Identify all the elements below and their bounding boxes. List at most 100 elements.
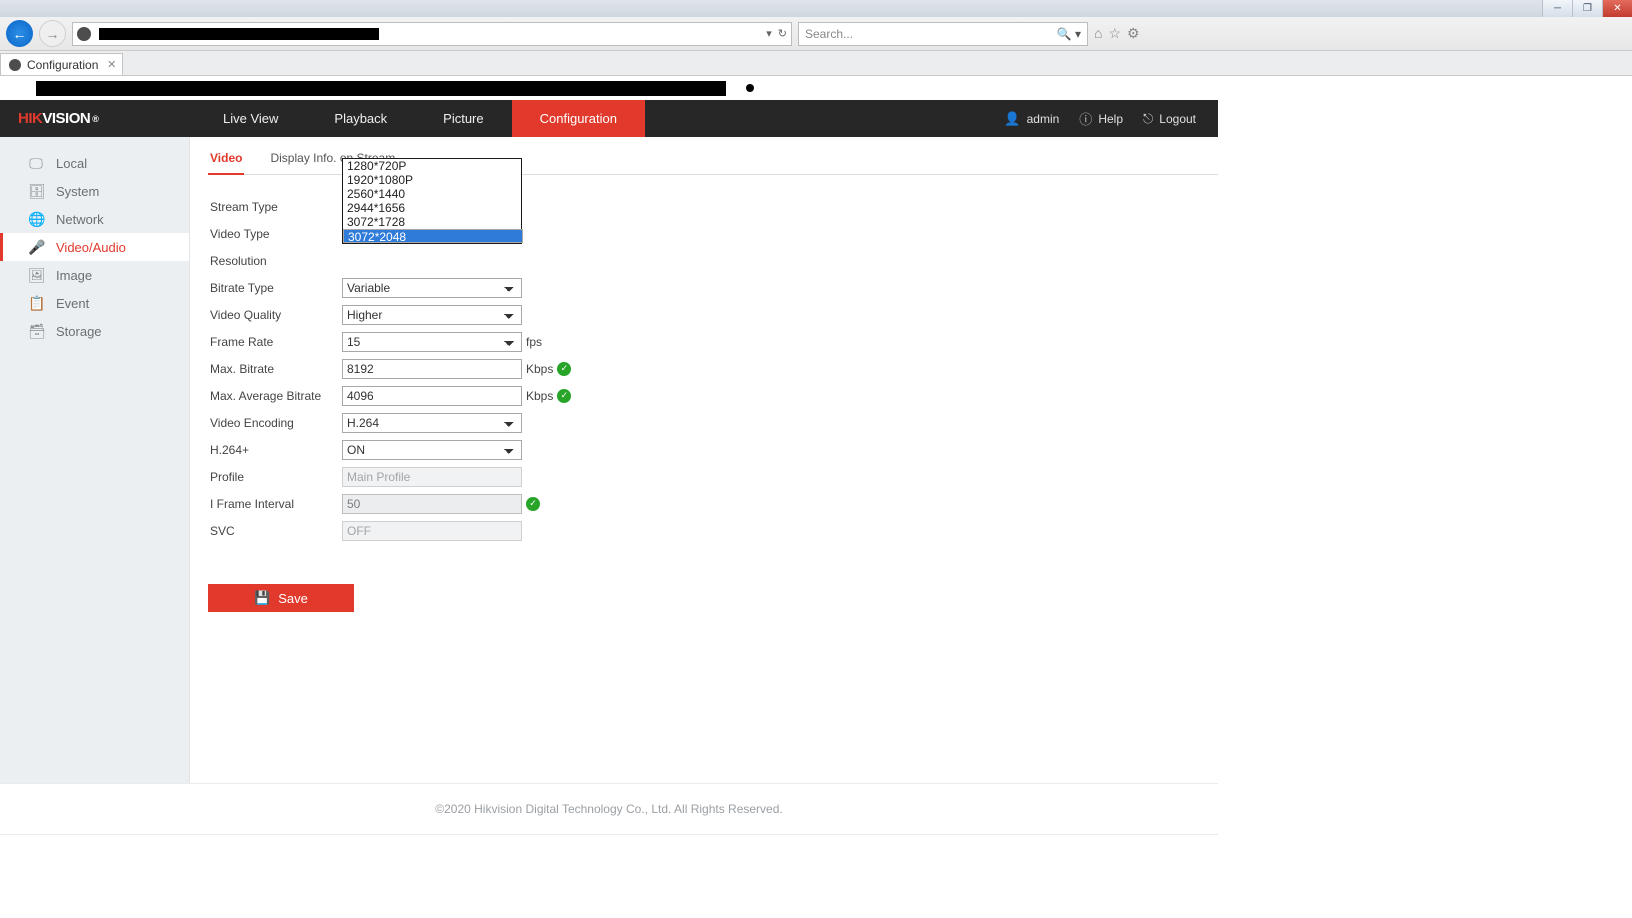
- resolution-option[interactable]: 1920*1080P: [343, 173, 521, 187]
- row-video-quality: Video Quality Higher: [208, 301, 1218, 328]
- h264plus-select[interactable]: ON: [342, 440, 522, 460]
- row-h264plus: H.264+ ON: [208, 436, 1218, 463]
- resolution-option[interactable]: 2560*1440: [343, 187, 521, 201]
- row-bitrate-type: Bitrate Type Variable: [208, 274, 1218, 301]
- iframe-interval-label: I Frame Interval: [208, 497, 342, 511]
- user-icon: 👤: [1004, 111, 1020, 127]
- row-frame-rate: Frame Rate 15 fps: [208, 328, 1218, 355]
- browser-forward-button[interactable]: →: [39, 20, 66, 47]
- row-max-avg-bitrate: Max. Average Bitrate Kbps: [208, 382, 1218, 409]
- sidebar-item-network[interactable]: 🌐Network: [0, 205, 189, 233]
- frame-rate-select[interactable]: 15: [342, 332, 522, 352]
- dropdown-icon[interactable]: ▾: [766, 27, 772, 40]
- frame-rate-label: Frame Rate: [208, 335, 342, 349]
- window-close-button[interactable]: ✕: [1602, 0, 1632, 17]
- nav-item-live-view[interactable]: Live View: [195, 100, 306, 137]
- window-title-bar: ─ ❐ ✕: [0, 0, 1632, 17]
- help-link[interactable]: ⓘHelp: [1079, 109, 1123, 128]
- tools-icon[interactable]: ⚙: [1127, 25, 1140, 42]
- frame-rate-unit: fps: [526, 335, 542, 349]
- hikvision-logo: HIKVISION®: [0, 100, 195, 137]
- tab-favicon: [9, 59, 21, 71]
- search-icon[interactable]: 🔍 ▾: [1057, 27, 1081, 41]
- system-icon: 🗄: [28, 183, 44, 200]
- sidebar-item-system[interactable]: 🗄 System: [0, 177, 189, 205]
- check-icon: [557, 389, 571, 403]
- row-max-bitrate: Max. Bitrate Kbps: [208, 355, 1218, 382]
- browser-tab-strip: Configuration ✕: [0, 51, 1632, 76]
- browser-search-box[interactable]: Search... 🔍 ▾: [798, 22, 1088, 46]
- resolution-option[interactable]: 2944*1656: [343, 201, 521, 215]
- sidebar-item-label: Local: [56, 156, 87, 171]
- bitrate-type-label: Bitrate Type: [208, 281, 342, 295]
- local-icon: 🖵: [28, 155, 44, 172]
- browser-address-bar[interactable]: ▾ ↻: [72, 22, 792, 46]
- sidebar-item-label: System: [56, 184, 99, 199]
- storage-icon: 🗃: [28, 323, 44, 340]
- browser-toolbar: ← → ▾ ↻ Search... 🔍 ▾ ⌂ ☆ ⚙: [0, 17, 1632, 51]
- max-avg-bitrate-unit: Kbps: [526, 389, 553, 403]
- browser-tab-configuration[interactable]: Configuration ✕: [0, 53, 123, 75]
- save-icon: 💾: [254, 590, 270, 606]
- max-avg-bitrate-label: Max. Average Bitrate: [208, 389, 342, 403]
- logout-icon: ⎋: [1143, 111, 1153, 127]
- resolution-label: Resolution: [208, 254, 342, 268]
- redacted-bar: [0, 76, 1632, 100]
- video-encoding-select[interactable]: H.264: [342, 413, 522, 433]
- video-quality-select[interactable]: Higher: [342, 305, 522, 325]
- network-icon: 🌐: [28, 211, 44, 228]
- iframe-interval-input: [342, 494, 522, 514]
- resolution-option[interactable]: 1280*720P: [343, 159, 521, 173]
- event-icon: 📋: [28, 295, 44, 312]
- video-audio-icon: 🎤: [28, 239, 44, 256]
- resolution-dropdown-list[interactable]: 1280*720P1920*1080P2560*14402944*1656307…: [342, 158, 522, 244]
- favorites-icon[interactable]: ☆: [1108, 25, 1121, 42]
- help-icon: ⓘ: [1079, 109, 1092, 128]
- sidebar-item-event[interactable]: 📋 Event: [0, 289, 189, 317]
- nav-item-configuration[interactable]: Configuration: [512, 100, 645, 137]
- sidebar-item-video-audio[interactable]: 🎤Video/Audio: [0, 233, 189, 261]
- check-icon: [526, 497, 540, 511]
- sidebar-item-local[interactable]: 🖵 Local: [0, 149, 189, 177]
- row-svc: SVC OFF: [208, 517, 1218, 544]
- max-avg-bitrate-input[interactable]: [342, 386, 522, 406]
- video-quality-label: Video Quality: [208, 308, 342, 322]
- sidebar-item-label: Image: [56, 268, 92, 283]
- save-button[interactable]: 💾 Save: [208, 584, 354, 612]
- row-profile: Profile Main Profile: [208, 463, 1218, 490]
- sidebar: 🖵 Local 🗄 System 🌐Network🎤Video/Audio 🖼 Image 📋…: [0, 137, 190, 783]
- window-minimize-button[interactable]: ─: [1542, 0, 1572, 17]
- home-icon[interactable]: ⌂: [1094, 25, 1102, 42]
- svc-label: SVC: [208, 524, 342, 538]
- sidebar-item-storage[interactable]: 🗃 Storage: [0, 317, 189, 345]
- redacted-content: [36, 81, 726, 96]
- check-icon: [557, 362, 571, 376]
- sidebar-item-label: Event: [56, 296, 89, 311]
- browser-back-button[interactable]: ←: [6, 20, 33, 47]
- sidebar-item-image[interactable]: 🖼 Image: [0, 261, 189, 289]
- tab-video[interactable]: Video: [208, 145, 244, 175]
- redacted-dot: [746, 84, 754, 92]
- nav-item-playback[interactable]: Playback: [306, 100, 415, 137]
- browser-right-controls: ⌂ ☆ ⚙: [1094, 25, 1140, 42]
- redacted-url: [99, 28, 379, 40]
- bitrate-type-select[interactable]: Variable: [342, 278, 522, 298]
- resolution-option[interactable]: 3072*2048: [343, 229, 523, 243]
- resolution-option[interactable]: 3072*1728: [343, 215, 521, 229]
- video-encoding-label: Video Encoding: [208, 416, 342, 430]
- logout-link[interactable]: ⎋Logout: [1143, 111, 1196, 127]
- nav-item-picture[interactable]: Picture: [415, 100, 511, 137]
- app-top-nav: HIKVISION® Live ViewPlaybackPictureConfi…: [0, 100, 1218, 137]
- video-settings-form: 1280*720P1920*1080P2560*14402944*1656307…: [208, 175, 1218, 612]
- profile-label: Profile: [208, 470, 342, 484]
- image-icon: 🖼: [28, 267, 44, 284]
- search-placeholder: Search...: [805, 27, 853, 41]
- account-user[interactable]: 👤admin: [1004, 111, 1059, 127]
- tab-close-icon[interactable]: ✕: [107, 58, 116, 71]
- max-bitrate-label: Max. Bitrate: [208, 362, 342, 376]
- sidebar-item-label: Storage: [56, 324, 102, 339]
- window-maximize-button[interactable]: ❐: [1572, 0, 1602, 17]
- max-bitrate-input[interactable]: [342, 359, 522, 379]
- row-resolution: Resolution: [208, 247, 1218, 274]
- refresh-icon[interactable]: ↻: [778, 27, 787, 40]
